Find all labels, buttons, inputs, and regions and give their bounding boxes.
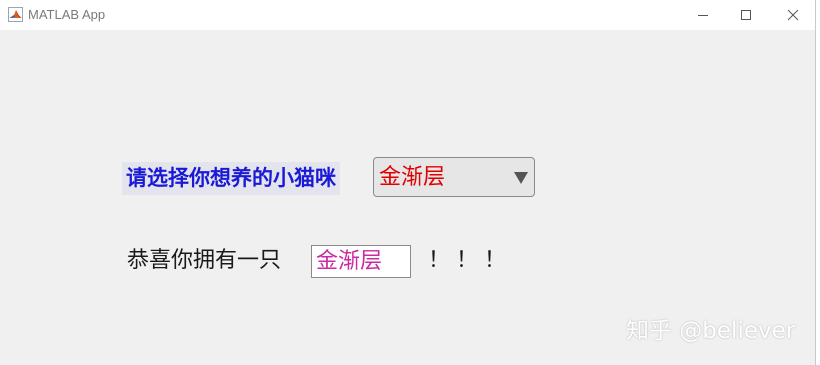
close-button[interactable] (770, 0, 816, 30)
result-output-field[interactable]: 金渐层 (311, 245, 411, 278)
dropdown-selected-value: 金渐层 (379, 165, 446, 190)
minimize-button[interactable] (680, 0, 726, 30)
maximize-button[interactable] (723, 0, 769, 30)
window-edge (816, 0, 820, 365)
close-icon (787, 6, 799, 25)
congrats-label: 恭喜你拥有一只 (127, 248, 282, 273)
title-bar[interactable]: MATLAB App (0, 0, 820, 30)
matlab-logo-icon (8, 7, 23, 22)
maximize-icon (740, 6, 752, 25)
window-title: MATLAB App (28, 7, 106, 22)
triangle-down-icon (513, 170, 529, 184)
app-window: MATLAB App 请选择你想养的小猫咪 金渐层 恭喜你拥有一只 金渐层 ！！… (0, 0, 820, 365)
minimize-icon (697, 6, 709, 25)
watermark-text: 知乎 @believer (626, 318, 796, 344)
cat-prompt-label: 请选择你想养的小猫咪 (122, 162, 340, 195)
cat-breed-dropdown[interactable]: 金渐层 (373, 157, 535, 197)
exclamation-label: ！！！ (428, 248, 513, 273)
